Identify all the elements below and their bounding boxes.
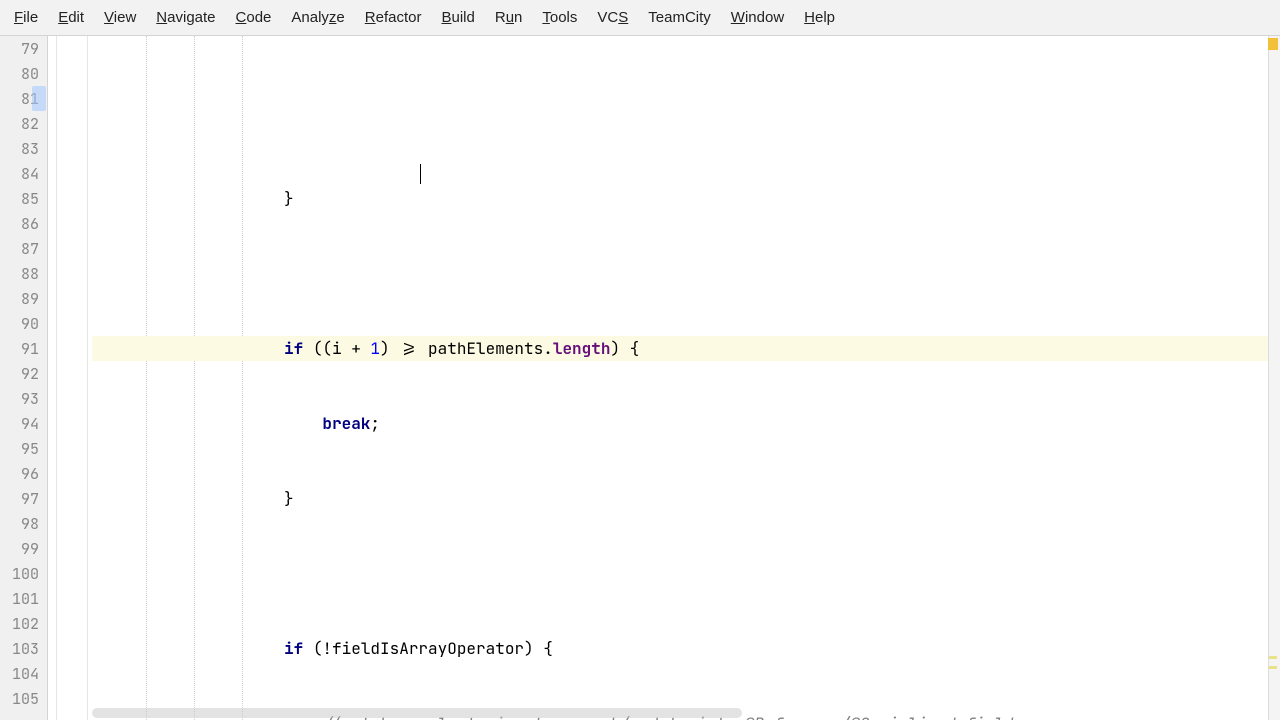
line-number: 83: [0, 136, 39, 161]
line-number: 105: [0, 686, 39, 711]
editor-area: 7980818283848586878889909192939495969798…: [0, 36, 1280, 720]
line-number: 92: [0, 361, 39, 386]
line-number: 79: [0, 36, 39, 61]
menu-analyze[interactable]: Analyze: [281, 5, 354, 30]
error-stripe[interactable]: [1268, 36, 1280, 720]
code-line[interactable]: }: [92, 186, 1280, 211]
code-line[interactable]: [92, 561, 1280, 586]
line-number: 87: [0, 236, 39, 261]
text-caret: [420, 164, 421, 184]
menu-edit[interactable]: Edit: [48, 5, 94, 30]
menu-bar: File Edit View Navigate Code Analyze Ref…: [0, 0, 1280, 36]
code-line[interactable]: }: [92, 486, 1280, 511]
line-number: 95: [0, 436, 39, 461]
line-number: 101: [0, 586, 39, 611]
line-number: 88: [0, 261, 39, 286]
line-number: 90: [0, 311, 39, 336]
fold-column: [48, 36, 88, 720]
code-line-current[interactable]: if ((i + 1) >= pathElements.length) {: [92, 336, 1280, 361]
menu-help[interactable]: Help: [794, 5, 845, 30]
line-number: 103: [0, 636, 39, 661]
menu-vcs[interactable]: VCS: [587, 5, 638, 30]
change-marker[interactable]: [1269, 656, 1277, 659]
menu-teamcity[interactable]: TeamCity: [638, 5, 721, 30]
line-number: 82: [0, 111, 39, 136]
menu-run[interactable]: Run: [485, 5, 533, 30]
line-number: 94: [0, 411, 39, 436]
menu-refactor[interactable]: Refactor: [355, 5, 432, 30]
line-number: 99: [0, 536, 39, 561]
line-number: 80: [0, 61, 39, 86]
menu-tools[interactable]: Tools: [532, 5, 587, 30]
line-number: 96: [0, 461, 39, 486]
line-number: 84: [0, 161, 39, 186]
menu-navigate[interactable]: Navigate: [146, 5, 225, 30]
code-editor[interactable]: } if ((i + 1) >= pathElements.length) { …: [88, 36, 1280, 720]
line-number: 85: [0, 186, 39, 211]
menu-code[interactable]: Code: [226, 5, 282, 30]
line-number: 89: [0, 286, 39, 311]
code-line[interactable]: if (!fieldIsArrayOperator) {: [92, 636, 1280, 661]
gutter: 7980818283848586878889909192939495969798…: [0, 36, 48, 720]
change-marker[interactable]: [1269, 666, 1277, 669]
code-line[interactable]: [92, 261, 1280, 286]
line-number: 100: [0, 561, 39, 586]
menu-build[interactable]: Build: [431, 5, 484, 30]
gutter-cursor-marker: [32, 86, 46, 111]
line-number: 86: [0, 211, 39, 236]
code-line[interactable]: break;: [92, 411, 1280, 436]
line-number: 93: [0, 386, 39, 411]
line-number: 102: [0, 611, 39, 636]
menu-window[interactable]: Window: [721, 5, 794, 30]
horizontal-scrollbar[interactable]: [92, 708, 742, 718]
line-number: 104: [0, 661, 39, 686]
warning-marker-icon[interactable]: [1268, 38, 1278, 50]
menu-view[interactable]: View: [94, 5, 146, 30]
line-number: 98: [0, 511, 39, 536]
menu-file[interactable]: File: [4, 5, 48, 30]
line-number: 91: [0, 336, 39, 361]
line-number: 97: [0, 486, 39, 511]
